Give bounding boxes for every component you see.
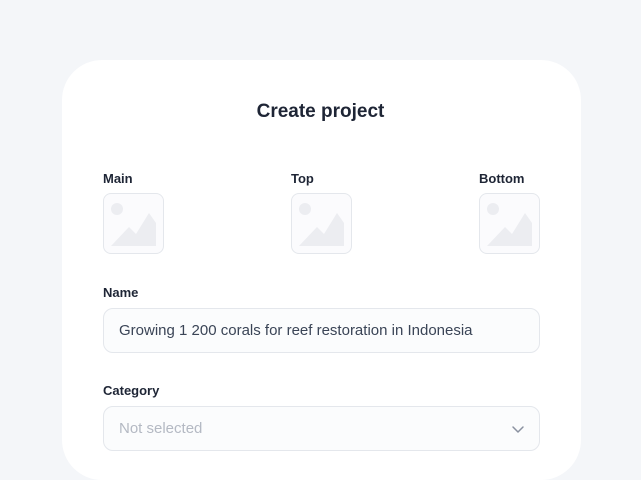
category-select[interactable]: Not selected xyxy=(103,406,540,451)
image-placeholder-icon xyxy=(111,203,156,246)
chevron-down-icon xyxy=(512,426,524,433)
bottom-image-label: Bottom xyxy=(479,171,525,186)
top-image-upload[interactable] xyxy=(291,193,352,254)
name-label: Name xyxy=(103,285,139,300)
image-placeholder-icon xyxy=(299,203,344,246)
name-input-value: Growing 1 200 corals for reef restoratio… xyxy=(119,322,473,339)
category-label: Category xyxy=(103,383,160,398)
name-input[interactable]: Growing 1 200 corals for reef restoratio… xyxy=(103,308,540,353)
bottom-image-upload[interactable] xyxy=(479,193,540,254)
top-image-label: Top xyxy=(291,171,314,186)
main-image-label: Main xyxy=(103,171,133,186)
image-placeholder-icon xyxy=(487,203,532,246)
page-title: Create project xyxy=(256,101,385,122)
main-image-upload[interactable] xyxy=(103,193,164,254)
category-placeholder: Not selected xyxy=(119,420,203,437)
